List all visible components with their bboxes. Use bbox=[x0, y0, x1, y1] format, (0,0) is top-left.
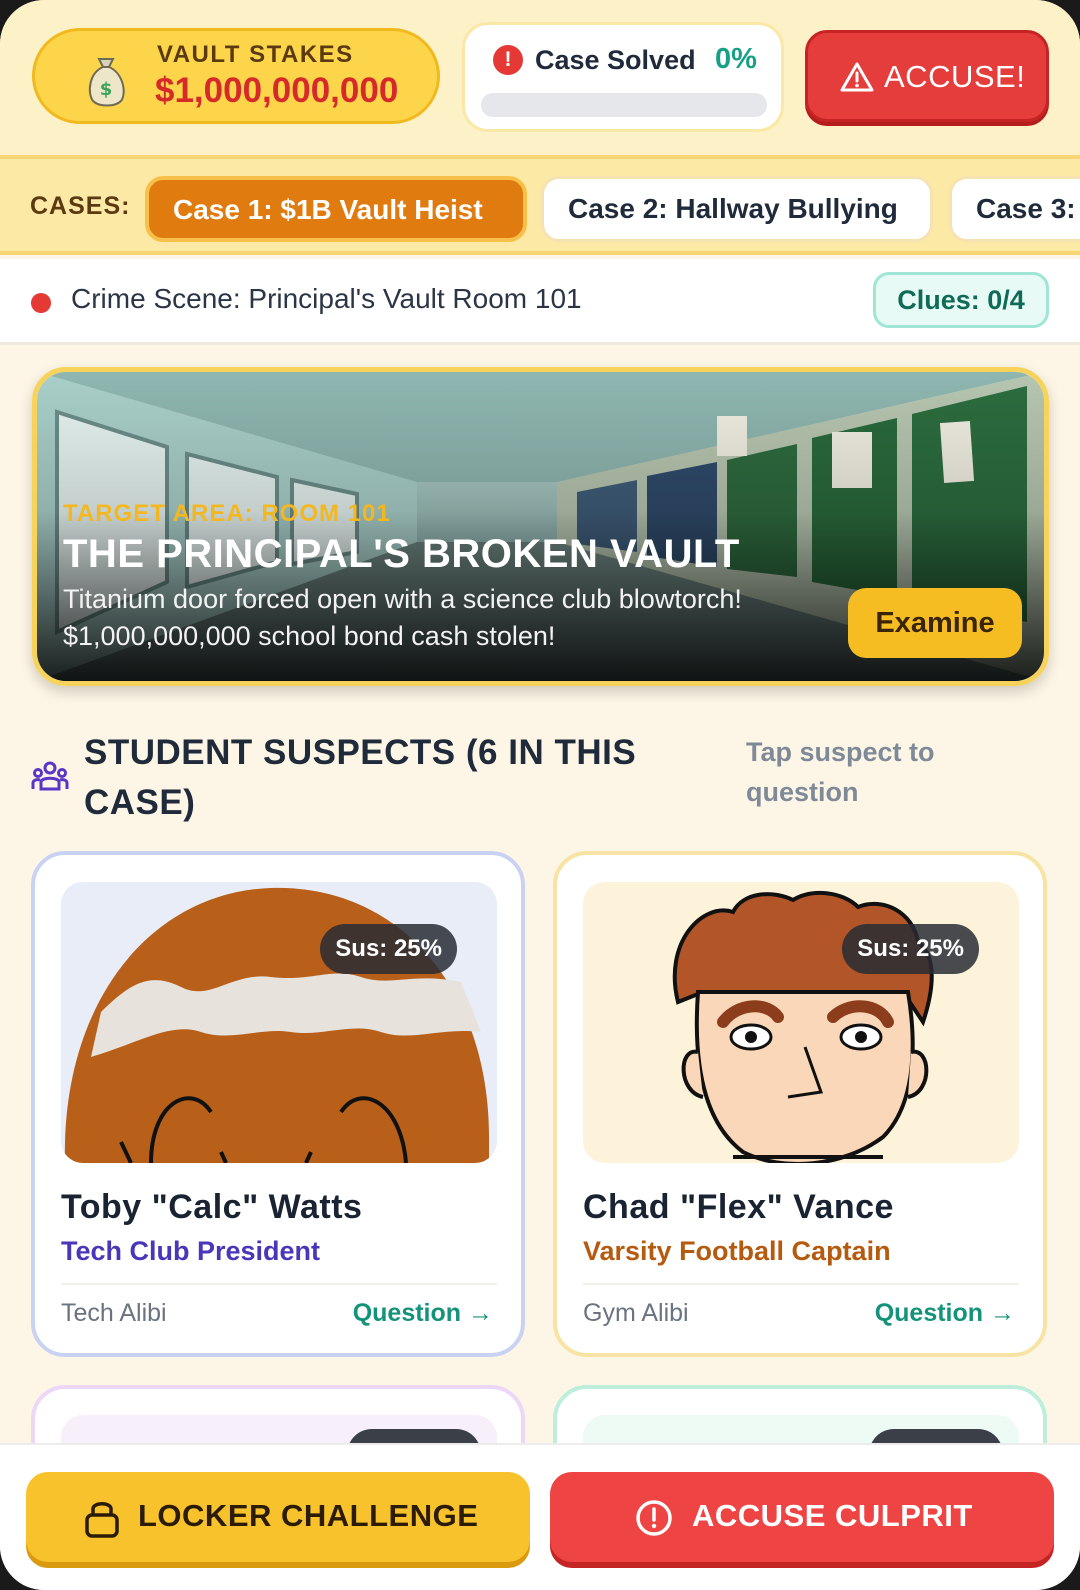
case-progress-card: ! Case Solved 0% bbox=[462, 22, 784, 132]
people-group-icon bbox=[31, 761, 69, 791]
vault-stakes-label: VAULT STAKES bbox=[157, 41, 354, 68]
card-divider bbox=[61, 1283, 497, 1285]
suspects-hint: Tap suspect to question bbox=[746, 737, 935, 807]
crime-scene-row: Crime Scene: Principal's Vault Room 101 … bbox=[0, 259, 1080, 345]
alert-circle-icon bbox=[636, 1500, 672, 1536]
suspect-name: Toby "Calc" Watts bbox=[61, 1188, 363, 1226]
suspect-alibi: Tech Alibi bbox=[61, 1299, 167, 1327]
locker-challenge-label: LOCKER CHALLENGE bbox=[138, 1498, 479, 1533]
live-indicator-dot bbox=[31, 293, 51, 313]
suspect-portrait: Sus: 25% bbox=[61, 882, 497, 1163]
accuse-culprit-label: ACCUSE CULPRIT bbox=[692, 1498, 973, 1533]
vault-stakes-badge: $ VAULT STAKES $1,000,000,000 bbox=[32, 28, 440, 124]
question-link[interactable]: Question → bbox=[875, 1299, 1015, 1328]
card-divider bbox=[583, 1283, 1019, 1285]
accuse-culprit-button[interactable]: ACCUSE CULPRIT bbox=[550, 1472, 1054, 1562]
suspect-card-toby[interactable]: Sus: 25% Toby "Calc" Watts Tech Club Pre… bbox=[31, 851, 525, 1357]
case-tabs-bar: CASES: Case 1: $1B Vault Heist Case 2: H… bbox=[0, 155, 1080, 255]
alert-circle-icon: ! bbox=[493, 45, 523, 75]
hero-description-line-1: Titanium door forced open with a science… bbox=[63, 584, 742, 614]
case-progress-bar bbox=[481, 93, 767, 117]
hero-target-area: TARGET AREA: ROOM 101 bbox=[63, 500, 391, 527]
case-solved-label: Case Solved bbox=[535, 45, 696, 75]
warning-triangle-icon bbox=[840, 62, 874, 92]
accuse-button[interactable]: ACCUSE! bbox=[805, 30, 1049, 122]
hero-description-line-2: $1,000,000,000 school bond cash stolen! bbox=[63, 621, 556, 651]
examine-button[interactable]: Examine bbox=[848, 588, 1022, 658]
suspect-role: Tech Club President bbox=[61, 1236, 321, 1266]
locker-challenge-button[interactable]: LOCKER CHALLENGE bbox=[26, 1472, 530, 1562]
case-solved-percent: 0% bbox=[715, 43, 757, 75]
svg-text:$: $ bbox=[100, 79, 113, 100]
suspicion-badge: Sus: 25% bbox=[842, 924, 979, 974]
question-link[interactable]: Question → bbox=[353, 1299, 493, 1328]
bottom-action-bar: LOCKER CHALLENGE ACCUSE CULPRIT bbox=[0, 1443, 1080, 1590]
suspect-portrait: Sus: 25% bbox=[583, 882, 1019, 1163]
tab-case-2[interactable]: Case 2: Hallway Bullying bbox=[541, 176, 933, 242]
accuse-button-label: ACCUSE! bbox=[884, 59, 1026, 94]
vault-stakes-value: $1,000,000,000 bbox=[155, 71, 399, 110]
top-status-bar: $ VAULT STAKES $1,000,000,000 ! Case Sol… bbox=[0, 0, 1080, 155]
tab-case-3[interactable]: Case 3: bbox=[949, 176, 1080, 242]
lock-icon bbox=[85, 1502, 119, 1538]
money-bag-icon: $ bbox=[88, 58, 125, 107]
suspects-section-title: STUDENT SUSPECTS (6 IN THIS CASE) bbox=[84, 733, 637, 822]
suspect-card-chad[interactable]: Sus: 25% Chad "Flex" Vance Varsity Footb… bbox=[553, 851, 1047, 1357]
tab-case-1[interactable]: Case 1: $1B Vault Heist bbox=[145, 176, 527, 242]
suspicion-badge: Sus: 25% bbox=[320, 924, 457, 974]
suspect-role: Varsity Football Captain bbox=[583, 1236, 891, 1266]
clues-counter: Clues: 0/4 bbox=[873, 272, 1049, 328]
cases-label: CASES: bbox=[30, 192, 131, 220]
hero-title: THE PRINCIPAL'S BROKEN VAULT bbox=[63, 532, 740, 576]
crime-scene-hero[interactable]: TARGET AREA: ROOM 101 THE PRINCIPAL'S BR… bbox=[32, 367, 1049, 686]
suspect-name: Chad "Flex" Vance bbox=[583, 1188, 894, 1226]
suspect-alibi: Gym Alibi bbox=[583, 1299, 689, 1327]
crime-scene-label: Crime Scene: Principal's Vault Room 101 bbox=[71, 283, 582, 314]
game-screen: $ VAULT STAKES $1,000,000,000 ! Case Sol… bbox=[0, 0, 1080, 1590]
